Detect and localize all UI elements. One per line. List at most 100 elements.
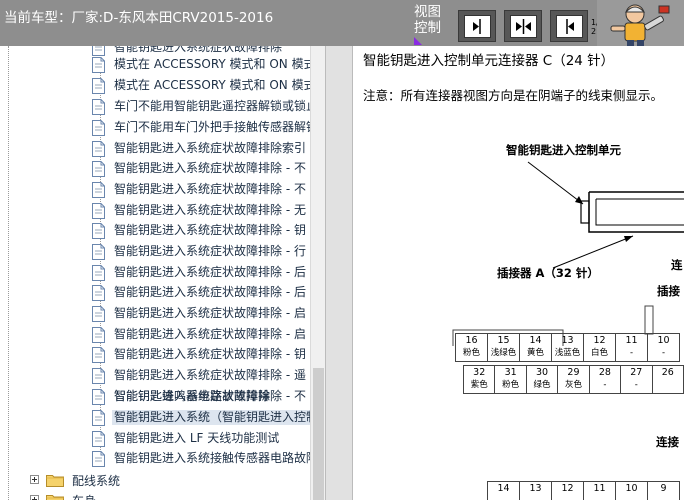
document-icon — [92, 244, 105, 260]
tree-item-label: 智能钥匙进入 LF 天线功能测试 — [114, 431, 280, 445]
pin-number: 26 — [661, 367, 674, 378]
document-icon — [92, 327, 105, 343]
wire-color: - — [629, 348, 634, 358]
tree-item-label: 智能钥匙进入系统症状故障排除 - 后 — [114, 265, 306, 279]
tree-item-label: 车门不能用车门外把手接触传感器解锁 — [114, 120, 312, 134]
panel-splitter[interactable] — [325, 46, 353, 500]
document-icon — [92, 223, 105, 239]
tree-item-label: 智能钥匙进入系统（智能钥匙进入控制单元 — [112, 410, 312, 425]
tree-item[interactable]: 智能钥匙进入系统症状故障排除索引 — [92, 139, 312, 159]
pin-number: 11 — [625, 335, 638, 346]
document-panel: 智能钥匙进入控制单元连接器 C（24 针） 注意：所有连接器视图方向是在阴端子的… — [353, 46, 684, 500]
folder-icon — [46, 495, 64, 500]
wire-color: 粉色 — [462, 348, 480, 358]
connector-latch — [580, 200, 590, 224]
wire-color: 灰色 — [564, 380, 582, 390]
tree-item-label: 智能钥匙进入系统症状故障排除 - 后 — [114, 285, 306, 299]
header-bar: 当前车型：厂家:D-东风本田CRV2015-2016 视图控制 1/ 2 — [0, 0, 684, 46]
tree-item[interactable]: 智能钥匙进入系统症状故障排除 - 启 — [92, 325, 312, 345]
pin-number: 12 — [561, 483, 574, 494]
pin-number: 11 — [593, 483, 606, 494]
tree-item[interactable]: 智能钥匙进入系统症状故障排除 - 遥 — [92, 366, 312, 386]
document-icon — [92, 182, 105, 198]
wire-color: - — [661, 348, 666, 358]
tree-item[interactable]: 智能钥匙进入系统症状故障排除 - 不 — [92, 180, 312, 200]
pin-cell: 14 黄色 — [519, 333, 552, 362]
tree-scrollbar[interactable] — [310, 46, 325, 500]
pin-cell: 13 — [519, 481, 552, 500]
tree-folder[interactable]: 车身 — [30, 490, 310, 500]
pin-cell: 14 — [487, 481, 520, 500]
folder-icon — [46, 475, 64, 487]
tree-item[interactable]: 智能钥匙进入系统症状故障排除 - 行 — [92, 242, 312, 262]
tree-item[interactable]: 智能钥匙进入系统症状故障排除 - 钥 — [92, 345, 312, 365]
pin-number: 12 — [593, 335, 606, 346]
tree-item[interactable]: 智能钥匙进入系统症状故障排除 - 后 — [92, 283, 312, 303]
pin-cell: 16 粉色 — [455, 333, 488, 362]
connector-inner-outline — [595, 198, 684, 226]
split-center-button[interactable] — [504, 10, 542, 42]
tree-item-label: 智能钥匙进入系统症状故障排除 - 不 — [114, 182, 306, 196]
expand-plus-icon[interactable] — [30, 475, 39, 484]
wire-color: 白色 — [590, 348, 608, 358]
tree-item-label: 智能钥匙进入系统症状故障排除索引 — [114, 141, 307, 155]
tree-item[interactable]: 智能钥匙蜂鸣器电路故障排除 — [92, 387, 312, 407]
tree-item-selected[interactable]: 智能钥匙进入系统（智能钥匙进入控制单元 — [92, 408, 312, 428]
tree-item-label: 模式在 ACCESSORY 模式和 ON 模式 — [114, 78, 312, 92]
pin-number: 30 — [536, 367, 549, 378]
tree-item[interactable]: 智能钥匙进入系统症状故障排除 - 无 — [92, 201, 312, 221]
pin-block-latch — [644, 305, 654, 335]
collapse-left-button[interactable] — [458, 10, 496, 42]
tree-item[interactable]: 车门不能用车门外把手接触传感器解锁 — [92, 118, 312, 138]
tree-item-label: 智能钥匙进入系统症状故障排除 - 启 — [114, 306, 306, 320]
pin-number: 9 — [660, 483, 667, 494]
tree-item[interactable]: 智能钥匙进入系统症状故障排除 - 启 — [92, 304, 312, 324]
pin-number: 29 — [567, 367, 580, 378]
pin-cell: 26 — [651, 365, 684, 394]
view-control-label: 视图控制 — [414, 4, 441, 36]
tree-item[interactable]: 智能钥匙进入系统症状故障排除 - 不 — [92, 159, 312, 179]
document-icon — [92, 389, 105, 405]
tree-item[interactable]: 智能钥匙进入系统接触传感器电路故障排除 — [92, 449, 312, 469]
document-icon — [92, 141, 105, 157]
pin-table-row1: 16 粉色 15 浅绿色 14 黄色 13 浅蓝色 12 白色 11 - 10 - — [455, 333, 680, 362]
tree-scrollbar-thumb[interactable] — [313, 368, 324, 500]
connector-a-label: 插接器 A（32 针） — [497, 266, 599, 280]
tree-item[interactable]: 车门不能用智能钥匙遥控器解锁或锁止 — [92, 97, 312, 117]
collapse-left-arrow-icon — [464, 15, 491, 38]
document-icon — [92, 306, 105, 322]
pin-cell: 30 绿色 — [525, 365, 559, 394]
pin-table-row2: 32 紫色 31 粉色 30 绿色 29 灰色 28 - 27 - 26 — [462, 365, 684, 394]
tree-item[interactable]: 模式在 ACCESSORY 模式和 ON 模式 — [92, 55, 312, 75]
pin-number: 14 — [529, 335, 542, 346]
right-connector-label: 连 — [671, 258, 683, 272]
document-icon — [92, 347, 105, 363]
collapse-right-button[interactable] — [550, 10, 588, 42]
document-icon — [92, 285, 105, 301]
pin-cell: 27 - — [620, 365, 653, 394]
wire-color: 黄色 — [526, 348, 544, 358]
tree-item[interactable]: 智能钥匙进入系统症状故障排除 - 钥 — [92, 221, 312, 241]
wire-color: 绿色 — [533, 380, 551, 390]
pin-number: 13 — [529, 483, 542, 494]
document-icon — [92, 203, 105, 219]
pin-cell: 12 — [551, 481, 584, 500]
wire-color: - — [603, 380, 607, 390]
tree-item[interactable]: 模式在 ACCESSORY 模式和 ON 模式 — [92, 76, 312, 96]
tree-guide-line — [8, 46, 9, 500]
right-connector-label-2: 插接 — [657, 284, 680, 298]
callout-arrowhead — [575, 196, 583, 204]
tree-folder[interactable]: 配线系统 — [30, 470, 310, 490]
tree-item[interactable]: 智能钥匙进入 LF 天线功能测试 — [92, 429, 312, 449]
expand-plus-icon[interactable] — [30, 495, 39, 500]
pin-cell: 31 粉色 — [494, 365, 527, 394]
document-icon — [92, 410, 105, 426]
document-icon — [92, 99, 105, 115]
purple-marker-icon — [414, 37, 422, 45]
tree-folder-label: 配线系统 — [72, 474, 121, 488]
pin-cell: 32 紫色 — [462, 365, 496, 394]
pin-table-row3: 14 13 12 11 10 9 — [487, 481, 680, 500]
pin-cell: 13 浅蓝色 — [551, 333, 584, 362]
tree-item[interactable]: 智能钥匙进入系统症状故障排除 - 后 — [92, 263, 312, 283]
tree-item-label: 智能钥匙进入系统症状故障排除 - 遥 — [114, 368, 306, 382]
